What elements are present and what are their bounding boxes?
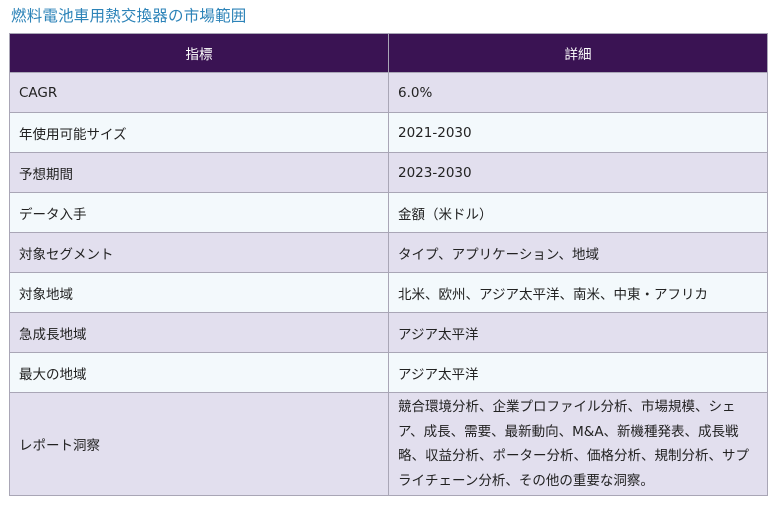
row-value: タイプ、アプリケーション、地域 [388, 232, 768, 273]
row-label: CAGR [9, 72, 389, 113]
table-row: CAGR 6.0% [9, 72, 768, 113]
row-label: データ入手 [9, 192, 389, 233]
table-row: 対象セグメント タイプ、アプリケーション、地域 [9, 232, 768, 273]
row-value: アジア太平洋 [388, 312, 768, 353]
table-row: 急成長地域 アジア太平洋 [9, 312, 768, 353]
row-label: 年使用可能サイズ [9, 112, 389, 153]
row-label: 最大の地域 [9, 352, 389, 393]
table-row: レポート洞察 競合環境分析、企業プロファイル分析、市場規模、シェア、成長、需要、… [9, 392, 768, 496]
row-label: 対象地域 [9, 272, 389, 313]
row-value: アジア太平洋 [388, 352, 768, 393]
row-value: 北米、欧州、アジア太平洋、南米、中東・アフリカ [388, 272, 768, 313]
row-label: 急成長地域 [9, 312, 389, 353]
row-value: 金額（米ドル） [388, 192, 768, 233]
column-header-metric: 指標 [9, 33, 389, 73]
page-title: 燃料電池車用熱交換器の市場範囲 [11, 7, 247, 25]
row-label: 対象セグメント [9, 232, 389, 273]
table-row: 年使用可能サイズ 2021-2030 [9, 112, 768, 153]
column-header-details: 詳細 [388, 33, 768, 73]
market-scope-table: 指標 詳細 CAGR 6.0% 年使用可能サイズ 2021-2030 予想期間 … [9, 33, 768, 496]
row-value: 6.0% [388, 72, 768, 113]
row-label: レポート洞察 [9, 392, 389, 496]
table-row: 予想期間 2023-2030 [9, 152, 768, 193]
table-header-row: 指標 詳細 [9, 33, 768, 73]
row-value: 2021-2030 [388, 112, 768, 153]
table-row: 最大の地域 アジア太平洋 [9, 352, 768, 393]
row-value: 競合環境分析、企業プロファイル分析、市場規模、シェア、成長、需要、最新動向、M&… [388, 392, 768, 496]
row-label: 予想期間 [9, 152, 389, 193]
row-value: 2023-2030 [388, 152, 768, 193]
table-row: 対象地域 北米、欧州、アジア太平洋、南米、中東・アフリカ [9, 272, 768, 313]
table-row: データ入手 金額（米ドル） [9, 192, 768, 233]
